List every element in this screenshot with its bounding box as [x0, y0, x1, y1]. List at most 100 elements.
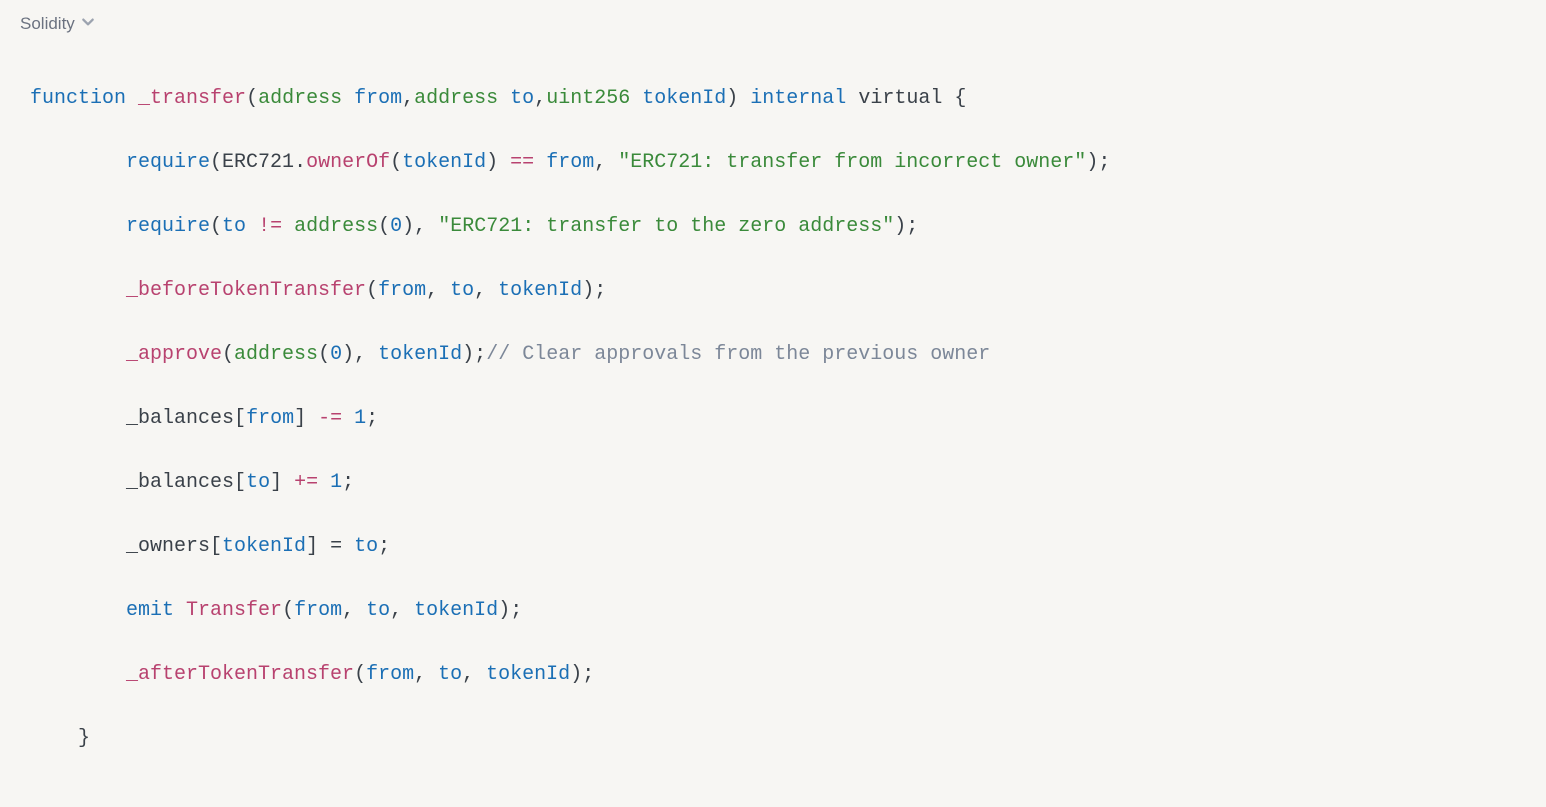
- punct-token: (: [210, 151, 222, 174]
- function-call-token: require: [126, 151, 210, 174]
- code-line: _approve(address(0), tokenId);// Clear a…: [30, 339, 1516, 371]
- keyword-token: virtual: [858, 87, 942, 110]
- punct-token: ]: [306, 535, 318, 558]
- punct-token: ): [402, 215, 414, 238]
- punct-token: ): [462, 343, 474, 366]
- punct-token: ): [894, 215, 906, 238]
- identifier-token: tokenId: [378, 343, 462, 366]
- identifier-token: tokenId: [414, 599, 498, 622]
- punct-token: ,: [354, 343, 366, 366]
- punct-token: }: [78, 727, 90, 750]
- punct-token: ): [1086, 151, 1098, 174]
- identifier-token: tokenId: [222, 535, 306, 558]
- punct-token: (: [390, 151, 402, 174]
- chevron-down-icon: [81, 10, 95, 37]
- punct-token: ,: [342, 599, 354, 622]
- punct-token: ;: [582, 663, 594, 686]
- keyword-token: function: [30, 87, 126, 110]
- punct-token: ,: [402, 87, 414, 110]
- type-token: address: [234, 343, 318, 366]
- punct-token: ,: [414, 663, 426, 686]
- identifier-token: from: [378, 279, 426, 302]
- identifier-token: from: [246, 407, 294, 430]
- comment-token: // Clear approvals from the previous own…: [486, 343, 990, 366]
- punct-token: (: [354, 663, 366, 686]
- operator-token: =: [330, 535, 342, 558]
- identifier-token: from: [354, 87, 402, 110]
- keyword-token: internal: [750, 87, 846, 110]
- identifier-token: tokenId: [498, 279, 582, 302]
- function-call-token: ownerOf: [306, 151, 390, 174]
- identifier-token: _balances: [126, 471, 234, 494]
- identifier-token: to: [354, 535, 378, 558]
- identifier-token: to: [450, 279, 474, 302]
- punct-token: .: [294, 151, 306, 174]
- punct-token: ): [726, 87, 738, 110]
- punct-token: (: [318, 343, 330, 366]
- identifier-token: to: [222, 215, 246, 238]
- function-call-token: _beforeTokenTransfer: [126, 279, 366, 302]
- number-token: 0: [390, 215, 402, 238]
- punct-token: (: [246, 87, 258, 110]
- number-token: 1: [330, 471, 342, 494]
- operator-token: +=: [294, 471, 318, 494]
- punct-token: [: [234, 471, 246, 494]
- operator-token: !=: [258, 215, 282, 238]
- code-line: }: [30, 723, 1516, 755]
- identifier-token: from: [294, 599, 342, 622]
- type-token: address: [414, 87, 498, 110]
- code-line: emit Transfer(from, to, tokenId);: [30, 595, 1516, 627]
- punct-token: ;: [510, 599, 522, 622]
- punct-token: ]: [270, 471, 282, 494]
- punct-token: ;: [906, 215, 918, 238]
- code-line: require(to != address(0), "ERC721: trans…: [30, 211, 1516, 243]
- event-token: Transfer: [186, 599, 282, 622]
- keyword-token: emit: [126, 599, 174, 622]
- function-call-token: require: [126, 215, 210, 238]
- punct-token: ;: [1098, 151, 1110, 174]
- punct-token: ]: [294, 407, 306, 430]
- punct-token: ;: [366, 407, 378, 430]
- punct-token: (: [210, 215, 222, 238]
- punct-token: {: [954, 87, 966, 110]
- code-line: _beforeTokenTransfer(from, to, tokenId);: [30, 275, 1516, 307]
- punct-token: ,: [390, 599, 402, 622]
- punct-token: ,: [426, 279, 438, 302]
- string-token: "ERC721: transfer to the zero address": [438, 215, 894, 238]
- function-name-token: _transfer: [138, 87, 246, 110]
- punct-token: ,: [594, 151, 606, 174]
- code-block: function _transfer(address from,address …: [0, 41, 1546, 807]
- language-label: Solidity: [20, 10, 75, 37]
- type-token: address: [294, 215, 378, 238]
- punct-token: ): [486, 151, 498, 174]
- punct-token: ): [498, 599, 510, 622]
- punct-token: ;: [474, 343, 486, 366]
- identifier-token: from: [366, 663, 414, 686]
- string-token: "ERC721: transfer from incorrect owner": [618, 151, 1086, 174]
- identifier-token: to: [246, 471, 270, 494]
- code-line: _owners[tokenId] = to;: [30, 531, 1516, 563]
- identifier-token: from: [546, 151, 594, 174]
- type-token: uint256: [546, 87, 630, 110]
- punct-token: (: [222, 343, 234, 366]
- identifier-token: to: [366, 599, 390, 622]
- identifier-token: tokenId: [486, 663, 570, 686]
- language-selector[interactable]: Solidity: [0, 0, 115, 41]
- punct-token: ,: [462, 663, 474, 686]
- punct-token: ): [570, 663, 582, 686]
- identifier-token: tokenId: [642, 87, 726, 110]
- type-token: ERC721: [222, 151, 294, 174]
- punct-token: [: [234, 407, 246, 430]
- number-token: 0: [330, 343, 342, 366]
- punct-token: [: [210, 535, 222, 558]
- operator-token: -=: [318, 407, 342, 430]
- number-token: 1: [354, 407, 366, 430]
- punct-token: (: [366, 279, 378, 302]
- punct-token: ,: [414, 215, 426, 238]
- punct-token: ,: [474, 279, 486, 302]
- punct-token: ): [582, 279, 594, 302]
- punct-token: ,: [534, 87, 546, 110]
- code-line: function _transfer(address from,address …: [30, 83, 1516, 115]
- punct-token: ;: [594, 279, 606, 302]
- punct-token: (: [282, 599, 294, 622]
